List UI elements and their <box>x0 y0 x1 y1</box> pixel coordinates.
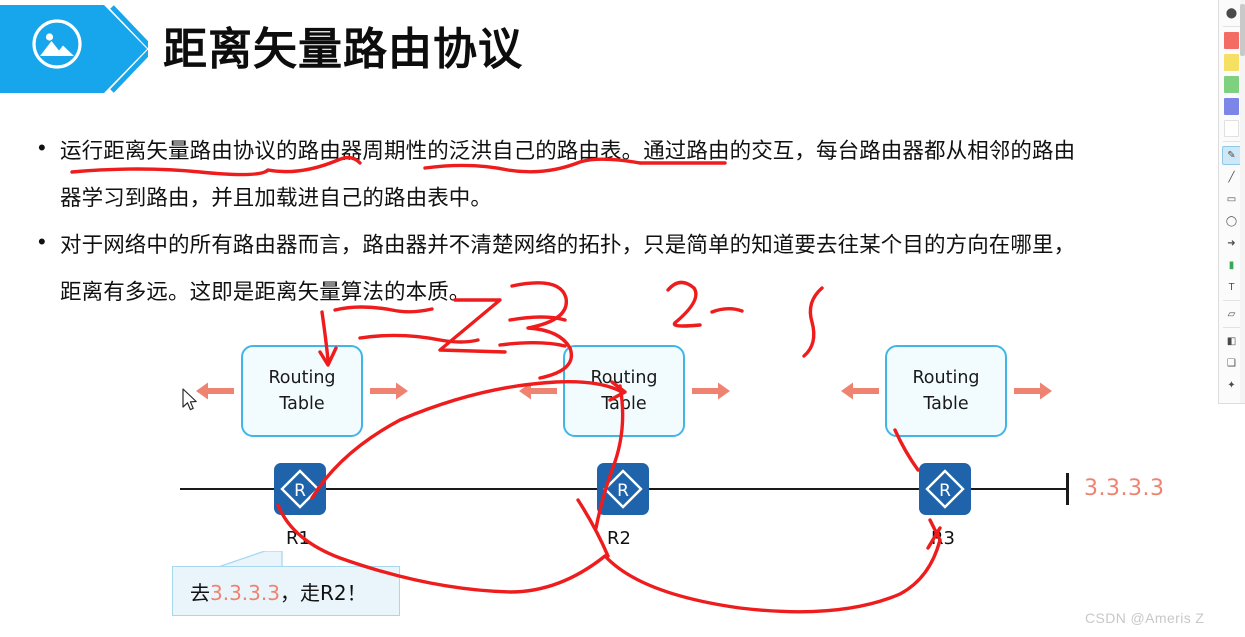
router-label-r2: R2 <box>607 528 631 549</box>
toolbar-divider <box>1223 300 1240 301</box>
highlight-tool[interactable]: ▮ <box>1222 256 1241 275</box>
csdn-watermark: CSDN @Ameris Z <box>1085 610 1205 626</box>
arrow-left-table-2 <box>519 382 557 400</box>
router-label-r3: R3 <box>931 528 955 549</box>
router-icon-r1: R <box>274 463 326 515</box>
swatch-yellow[interactable] <box>1222 53 1241 72</box>
bullet-marker: • <box>38 135 46 160</box>
stamp-tool[interactable]: ◧ <box>1222 332 1241 351</box>
routing-table-line1: Routing <box>268 368 336 388</box>
line-tool[interactable]: ╱ <box>1222 168 1241 187</box>
eraser-tool[interactable]: ▱ <box>1222 305 1241 324</box>
callout-suffix: ，走R2！ <box>279 581 367 605</box>
toolbar-divider <box>1223 141 1240 142</box>
swatch-white[interactable] <box>1222 119 1241 138</box>
toolbar-scrollbar[interactable] <box>1240 0 1245 403</box>
arrow-right-table-1 <box>370 382 408 400</box>
routing-table-line2: Table <box>601 394 647 414</box>
bullet-text-1: 运行距离矢量路由协议的路由器周期性的泛洪自己的路由表。通过路由的交互，每台路由器… <box>60 139 1076 210</box>
annotation-toolbar[interactable]: ⬤ ✎ ╱ ▭ ◯ ➜ ▮ T ▱ ◧ ❑ ✦ ▤ <box>1218 0 1245 404</box>
network-diagram: 3.3.3.3 Routing Table Routing Table Rout… <box>0 330 1245 590</box>
laser-tool[interactable]: ✦ <box>1222 376 1241 395</box>
routing-table-box-2: Routing Table <box>563 345 685 437</box>
toolbar-scrollbar-thumb[interactable] <box>1240 4 1245 56</box>
svg-text:R: R <box>617 481 629 501</box>
router-icon-r3: R <box>919 463 971 515</box>
destination-ip-label: 3.3.3.3 <box>1084 476 1165 501</box>
routing-table-line2: Table <box>923 394 969 414</box>
network-endpoint-tick <box>1066 473 1069 505</box>
routing-table-line1: Routing <box>590 368 658 388</box>
routing-table-line2: Table <box>279 394 325 414</box>
callout-ip: 3.3.3.3 <box>210 581 280 605</box>
bullet-text-2: 对于网络中的所有路由器而言，路由器并不清楚网络的拓扑，只是简单的知道要去往某个目… <box>60 233 1076 304</box>
text-tool[interactable]: T <box>1222 278 1241 297</box>
arrow-right-table-3 <box>1014 382 1052 400</box>
svg-text:R: R <box>294 481 306 501</box>
more-tool[interactable]: ▤ <box>1222 398 1241 404</box>
swatch-green[interactable] <box>1222 75 1241 94</box>
routing-table-box-1: Routing Table <box>241 345 363 437</box>
routing-table-box-3: Routing Table <box>885 345 1007 437</box>
swatch-blue[interactable] <box>1222 97 1241 116</box>
bullet-marker: • <box>38 229 46 254</box>
ellipse-tool[interactable]: ◯ <box>1222 212 1241 231</box>
page-title: 距离矢量路由协议 <box>163 25 523 74</box>
bullet-item-1: • 运行距离矢量路由协议的路由器周期性的泛洪自己的路由表。通过路由的交互，每台路… <box>38 128 1245 222</box>
routing-table-line1: Routing <box>912 368 980 388</box>
arrow-tool[interactable]: ➜ <box>1222 234 1241 253</box>
arrow-left-table-1 <box>196 382 234 400</box>
arrow-left-table-3 <box>841 382 879 400</box>
pen-tool[interactable]: ✎ <box>1222 145 1241 165</box>
swatch-red[interactable] <box>1222 31 1241 50</box>
callout-text: 去3.3.3.3，走R2！ <box>190 577 367 606</box>
callout-prefix: 去 <box>190 581 210 605</box>
mouse-pointer-icon <box>182 388 199 412</box>
arrow-right-table-2 <box>692 382 730 400</box>
image-icon <box>30 17 84 71</box>
router-icon-r2: R <box>597 463 649 515</box>
toolbar-divider <box>1223 26 1240 27</box>
slide-canvas: 距离矢量路由协议 • 运行距离矢量路由协议的路由器周期性的泛洪自己的路由表。通过… <box>0 0 1245 637</box>
rectangle-tool[interactable]: ▭ <box>1222 190 1241 209</box>
toolbar-divider <box>1223 327 1240 328</box>
toolbar-top-icon[interactable]: ⬤ <box>1222 4 1241 23</box>
spotlight-tool[interactable]: ❑ <box>1222 354 1241 373</box>
router-label-r1: R1 <box>286 528 310 549</box>
bullet-item-2: • 对于网络中的所有路由器而言，路由器并不清楚网络的拓扑，只是简单的知道要去往某… <box>38 222 1245 316</box>
svg-text:R: R <box>939 481 951 501</box>
